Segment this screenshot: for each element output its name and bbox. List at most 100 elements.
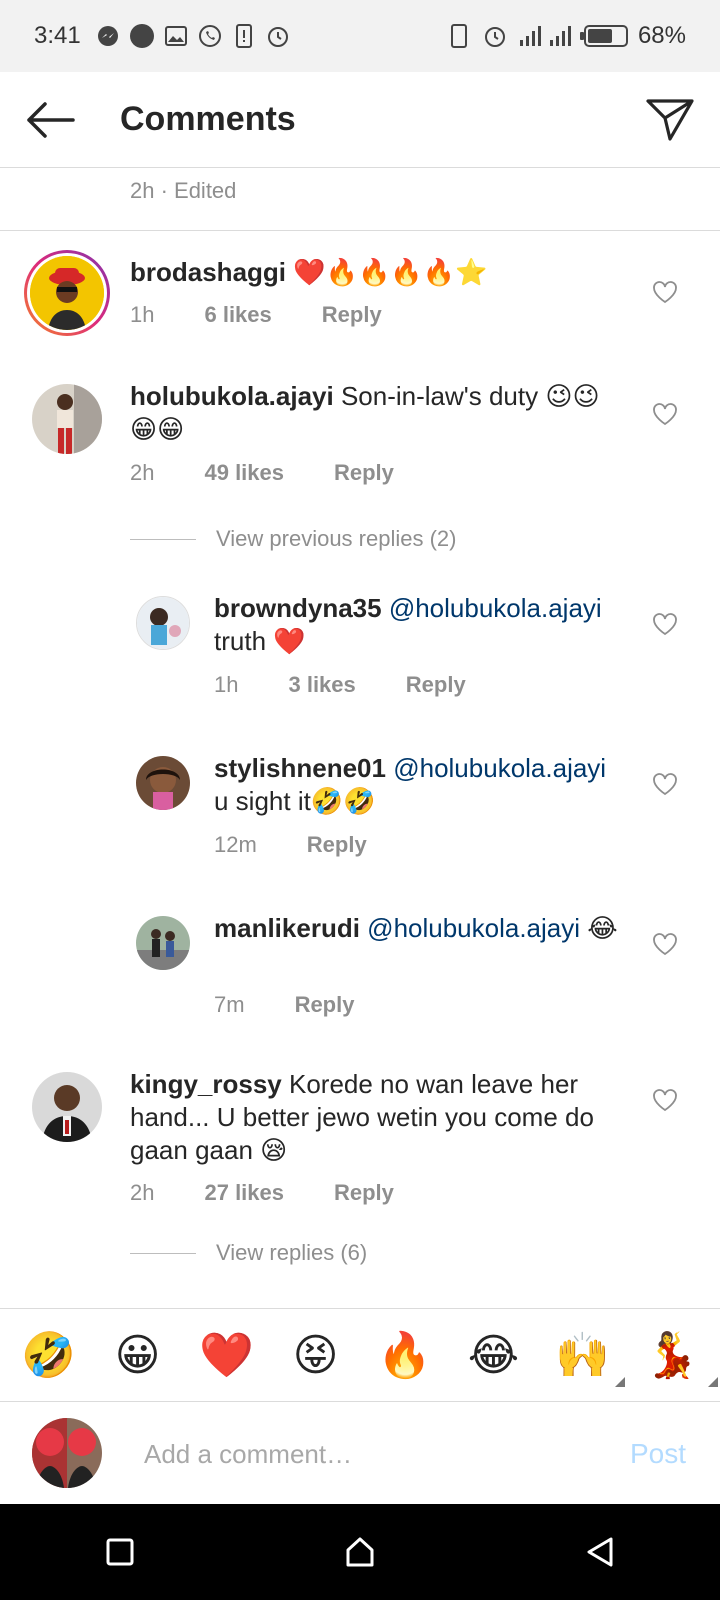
comment-time: 12m	[214, 832, 257, 857]
system-nav-bar	[0, 1504, 720, 1600]
view-replies-label: View replies (6)	[216, 1240, 368, 1265]
reply-button[interactable]: Reply	[295, 992, 355, 1018]
emoji-rofl-button[interactable]: 🤣	[19, 1329, 79, 1381]
alarm-icon	[265, 23, 291, 49]
avatar-image	[136, 756, 190, 810]
heart-icon[interactable]	[652, 1088, 678, 1112]
back-nav-button[interactable]	[560, 1512, 640, 1592]
battery-icon	[579, 25, 628, 47]
messenger-icon	[95, 23, 121, 49]
comment-meta: 7m Reply	[214, 992, 354, 1018]
view-replies-button[interactable]: View replies (6)	[130, 1240, 367, 1266]
notification-icons	[95, 23, 291, 49]
divider	[0, 230, 720, 231]
comment-body: 😂	[587, 913, 618, 943]
send-icon	[646, 98, 694, 141]
comment-item: kingy_rossy Korede no wan leave her hand…	[0, 1066, 720, 1226]
avatar-image	[32, 384, 102, 454]
comment-username[interactable]: brodashaggi	[130, 257, 286, 287]
heart-icon[interactable]	[652, 280, 678, 304]
reply-button[interactable]: Reply	[334, 1180, 394, 1206]
comments-list: 2h · Edited brodashaggi ❤️🔥🔥🔥🔥⭐ 1h 6 lik…	[0, 168, 720, 1308]
comment-username[interactable]: browndyna35	[214, 593, 382, 623]
avatar[interactable]	[136, 756, 190, 810]
view-previous-replies-button[interactable]: View previous replies (2)	[130, 526, 456, 552]
arrow-left-icon	[27, 101, 75, 138]
comment-text: manlikerudi @holubukola.ajayi 😂	[214, 912, 624, 945]
comment-username[interactable]: stylishnene01	[214, 753, 386, 783]
comment-text: kingy_rossy Korede no wan leave her hand…	[130, 1068, 620, 1167]
emoji-quick-bar: 🤣 😀 ❤️ 😝 🔥 😂 🙌 💃	[0, 1308, 720, 1402]
comment-meta: 1h 6 likes Reply	[130, 302, 382, 328]
recents-button[interactable]	[80, 1512, 160, 1592]
share-button[interactable]	[620, 72, 720, 168]
system-icons: 68%	[446, 22, 686, 50]
skin-tone-indicator-icon	[614, 1377, 625, 1387]
comment-text: brodashaggi ❤️🔥🔥🔥🔥⭐	[130, 256, 610, 289]
comment-mention[interactable]: @holubukola.ajayi	[389, 593, 602, 623]
avatar[interactable]	[136, 596, 190, 650]
comment-username[interactable]: holubukola.ajayi	[130, 381, 334, 411]
comment-time: 7m	[214, 992, 245, 1017]
emoji-raised-hands-wrap: 🙌	[553, 1329, 625, 1387]
comment-time: 1h	[214, 672, 239, 697]
back-button[interactable]	[0, 72, 100, 168]
comment-likes[interactable]: 6 likes	[204, 302, 271, 328]
whatsapp-icon	[197, 23, 223, 49]
emoji-joy-button[interactable]: 😂	[464, 1330, 524, 1381]
heart-icon[interactable]	[652, 772, 678, 796]
comment-meta: 1h 3 likes Reply	[214, 672, 466, 698]
comment-time: 1h	[130, 302, 155, 327]
comment-input[interactable]	[144, 1432, 584, 1476]
previous-comment-meta: 2h · Edited	[130, 178, 237, 203]
reply-button[interactable]: Reply	[307, 832, 367, 858]
emoji-fire-button[interactable]: 🔥	[375, 1329, 435, 1381]
my-avatar	[32, 1418, 102, 1488]
reply-button[interactable]: Reply	[322, 302, 382, 328]
comment-likes[interactable]: 49 likes	[204, 460, 284, 486]
status-bar: 3:41 68%	[0, 0, 720, 72]
emoji-dancer-button[interactable]: 💃	[644, 1331, 699, 1380]
battery-percent: 68%	[637, 22, 686, 49]
emoji-tongue-button[interactable]: 😝	[286, 1330, 346, 1381]
comment-username[interactable]: manlikerudi	[214, 913, 360, 943]
gallery-icon	[163, 23, 189, 49]
comment-item: brodashaggi ❤️🔥🔥🔥🔥⭐ 1h 6 likes Reply	[0, 246, 720, 366]
page-title: Comments	[120, 100, 296, 138]
comment-meta: 12m Reply	[214, 832, 367, 858]
comment-likes[interactable]: 27 likes	[204, 1180, 284, 1206]
signal-icon	[518, 23, 574, 49]
comment-mention[interactable]: @holubukola.ajayi	[393, 753, 606, 783]
avatar-story-ring[interactable]	[24, 250, 110, 336]
comment-username[interactable]: kingy_rossy	[130, 1069, 282, 1099]
emoji-raised-hands-button[interactable]: 🙌	[555, 1331, 610, 1380]
avatar[interactable]	[136, 916, 190, 970]
emoji-heart-button[interactable]: ❤️	[197, 1329, 257, 1381]
comment-text: holubukola.ajayi Son-in-law's duty 😉😉😁😁	[130, 380, 610, 446]
skin-tone-indicator-icon	[707, 1377, 718, 1387]
comment-mention[interactable]: @holubukola.ajayi	[367, 913, 580, 943]
view-previous-replies-label: View previous replies (2)	[216, 526, 457, 551]
reply-button[interactable]: Reply	[406, 672, 466, 698]
comment-meta: 2h 49 likes Reply	[130, 460, 394, 486]
avatar-image	[30, 256, 104, 330]
emoji-grinning-button[interactable]: 😀	[108, 1330, 168, 1381]
comment-text: stylishnene01 @holubukola.ajayi u sight …	[214, 752, 624, 818]
heart-icon[interactable]	[652, 612, 678, 636]
app-header: Comments	[0, 72, 720, 168]
comment-body: ❤️🔥🔥🔥🔥⭐	[293, 257, 488, 287]
post-button[interactable]: Post	[630, 1438, 686, 1470]
home-button[interactable]	[320, 1512, 400, 1592]
vibrate-icon	[446, 23, 472, 49]
avatar[interactable]	[32, 1072, 102, 1142]
heart-icon[interactable]	[652, 932, 678, 956]
comment-meta: 2h 27 likes Reply	[130, 1180, 394, 1206]
comment-body: truth ❤️	[214, 626, 306, 656]
heart-icon[interactable]	[652, 402, 678, 426]
replies-line	[130, 538, 196, 540]
reply-button[interactable]: Reply	[334, 460, 394, 486]
comment-likes[interactable]: 3 likes	[288, 672, 355, 698]
replies-line	[130, 1252, 196, 1254]
comment-item: holubukola.ajayi Son-in-law's duty 😉😉😁😁 …	[0, 378, 720, 508]
avatar[interactable]	[32, 384, 102, 454]
